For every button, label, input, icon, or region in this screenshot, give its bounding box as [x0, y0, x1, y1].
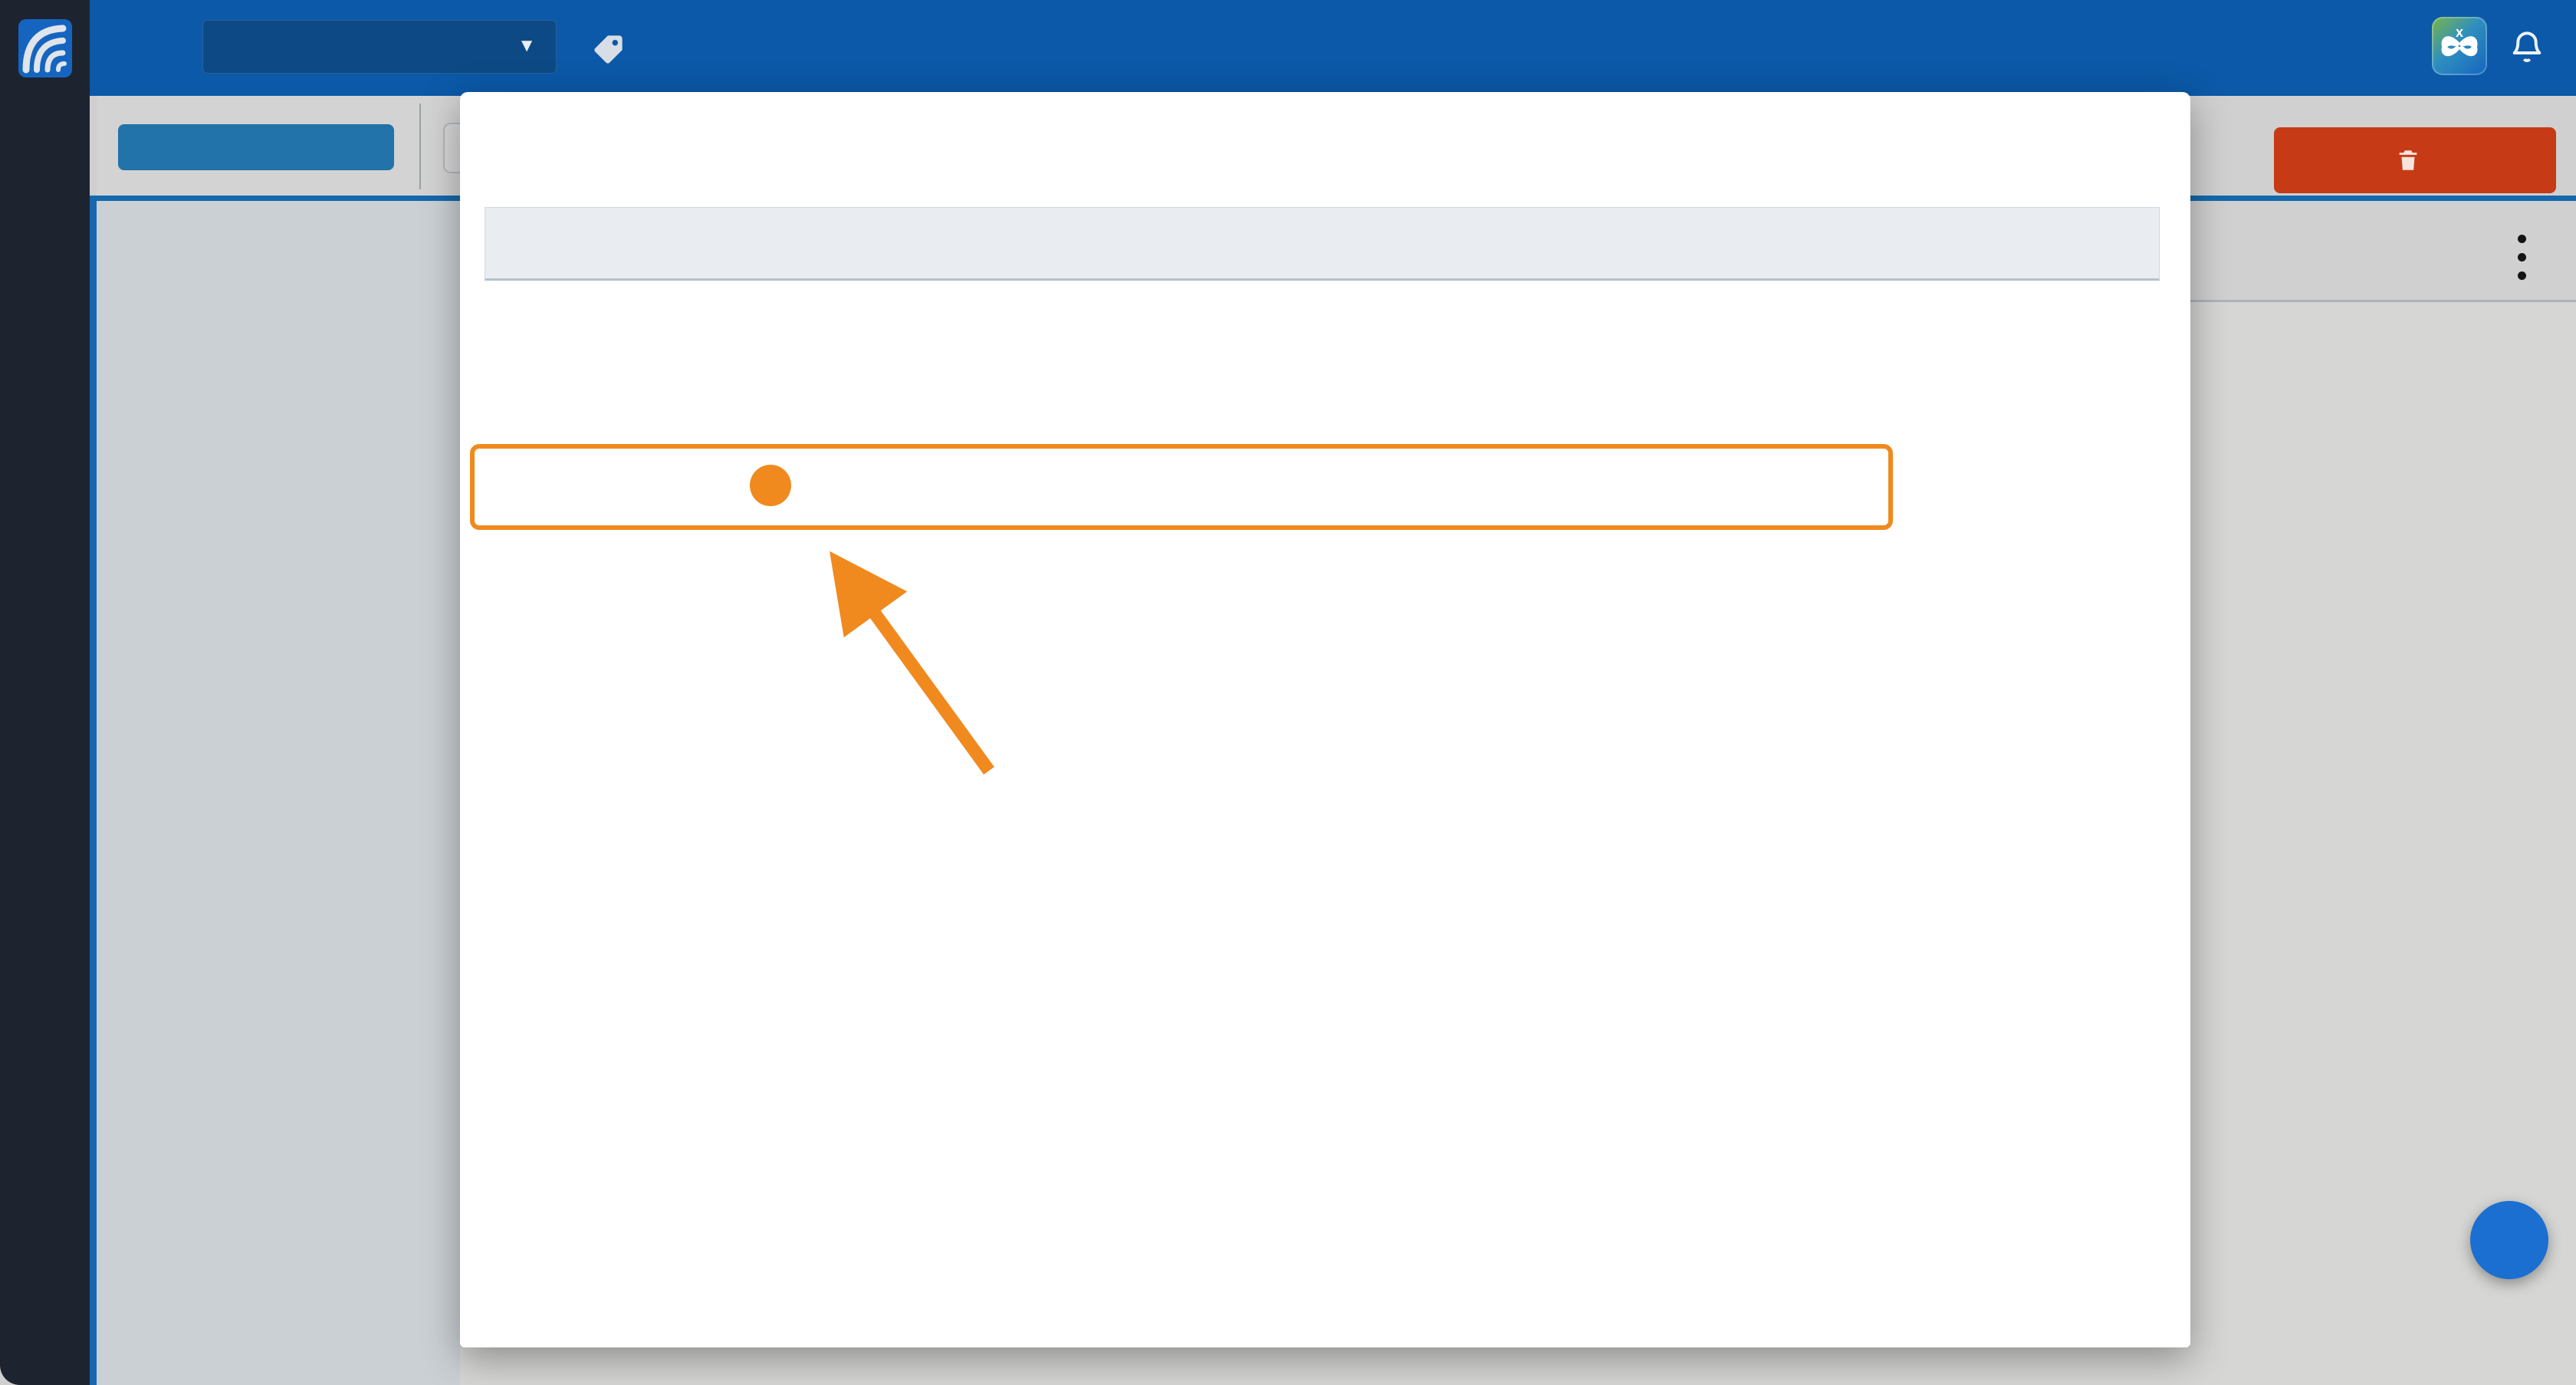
help-button[interactable] — [2470, 1201, 2548, 1279]
delete-old-plan-versions-button[interactable] — [2274, 127, 2556, 193]
logo-tile — [0, 0, 90, 96]
highlight-outline — [470, 444, 1893, 530]
app-logo[interactable] — [18, 19, 72, 77]
panel-accent-rail — [90, 201, 97, 1385]
project-select[interactable]: ▼ — [202, 20, 557, 74]
svg-text:x: x — [2456, 25, 2463, 40]
annotation-badge — [750, 465, 791, 506]
table-header — [485, 207, 2160, 281]
floor-plan-bottom-strip — [460, 1347, 2190, 1385]
notifications-bell-icon[interactable] — [2505, 26, 2548, 69]
plan-versions-modal — [460, 92, 2190, 1347]
annotation-arrow — [797, 460, 1043, 790]
plans-layers-panel — [97, 201, 460, 1385]
marketplace-icon[interactable]: x — [2432, 17, 2487, 75]
create-layers-button[interactable] — [118, 124, 394, 170]
left-sidebar — [0, 96, 90, 1385]
tag-icon — [590, 29, 629, 67]
more-options-kebab[interactable] — [2518, 235, 2527, 288]
plan-versions-table — [485, 207, 2160, 281]
chevron-down-icon: ▼ — [518, 21, 536, 73]
toolbar-divider — [419, 104, 421, 189]
trash-icon — [2395, 147, 2421, 173]
top-navbar: ▼ x — [0, 0, 2576, 96]
